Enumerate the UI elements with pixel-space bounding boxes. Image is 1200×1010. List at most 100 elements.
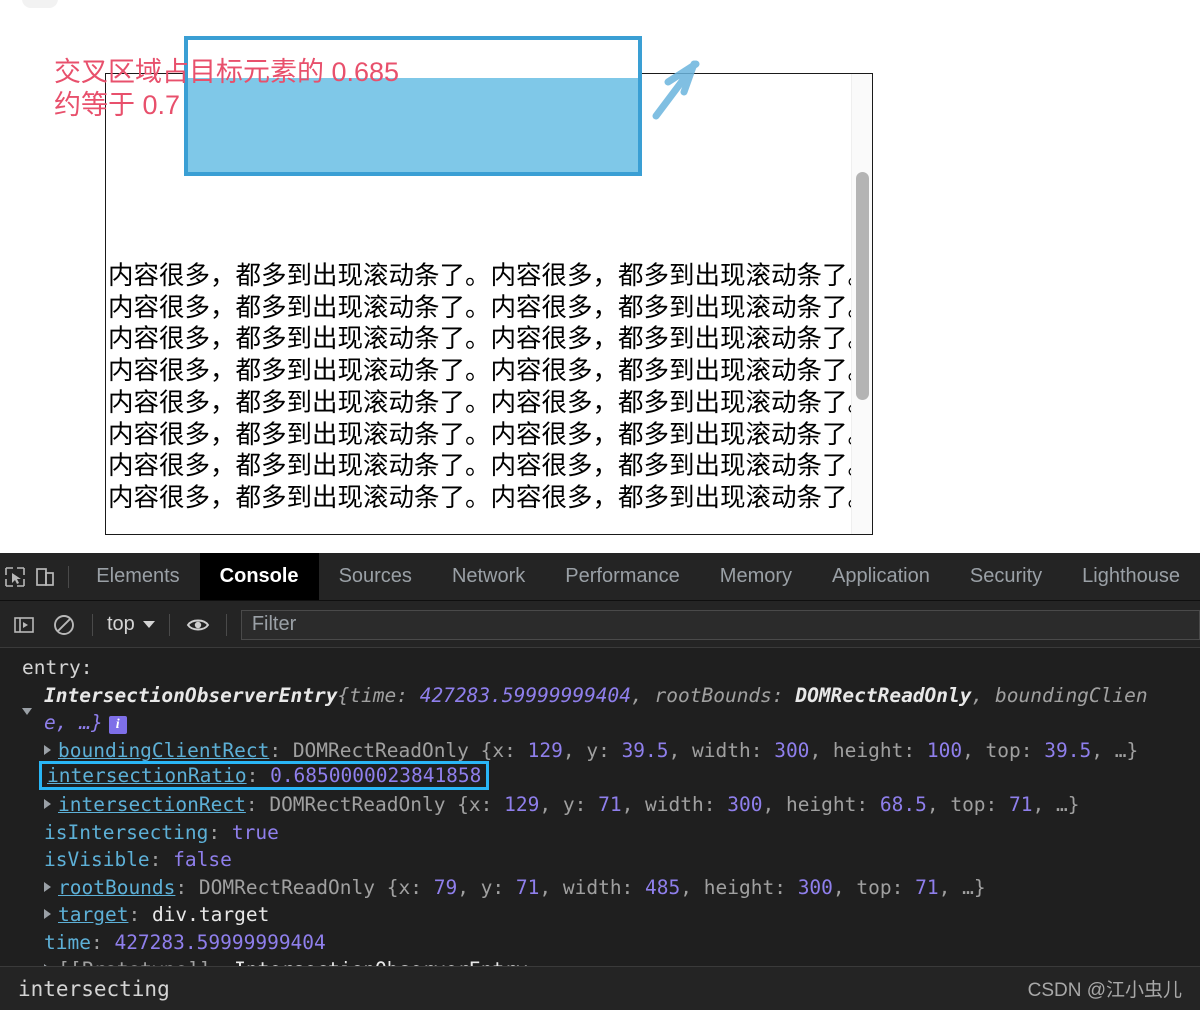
tab-console[interactable]: Console bbox=[199, 553, 319, 600]
prop-name: intersectionRatio bbox=[47, 764, 247, 787]
rect-x: 129 bbox=[504, 793, 540, 816]
rect-x: 79 bbox=[433, 875, 458, 899]
tab-security[interactable]: Security bbox=[950, 553, 1062, 600]
prop-name: isIntersecting bbox=[44, 820, 209, 844]
console-prop-time[interactable]: time: 427283.59999999404 bbox=[0, 929, 1200, 957]
tab-sources[interactable]: Sources bbox=[319, 553, 432, 600]
execution-context-select[interactable]: top bbox=[101, 613, 161, 636]
prop-value[interactable]: div.target bbox=[152, 903, 269, 926]
console-prop-target[interactable]: target: div.target bbox=[0, 901, 1200, 929]
prop-type: DOMRectReadOnly bbox=[269, 793, 446, 816]
rect-y: 71 bbox=[515, 875, 540, 899]
preview-rootbounds-value: DOMRectReadOnly bbox=[795, 683, 972, 707]
preview-wrap-tail: e, …} bbox=[44, 711, 103, 734]
rect-y: 39.5 bbox=[621, 738, 669, 762]
rect-height: 100 bbox=[926, 738, 963, 762]
prop-name: intersectionRect bbox=[58, 793, 246, 816]
screenshot-root: 内容很多，都多到出现滚动条了。内容很多，都多到出现滚动条了。 内容很多，都多到出… bbox=[0, 0, 1200, 1010]
inspect-element-icon[interactable] bbox=[0, 553, 30, 600]
prop-name: time bbox=[44, 930, 91, 954]
prop-type: DOMRectReadOnly bbox=[198, 875, 375, 899]
console-prop-intersectionRect[interactable]: intersectionRect: DOMRectReadOnly {x: 12… bbox=[0, 791, 1200, 819]
rect-top: 39.5 bbox=[1044, 738, 1092, 762]
console-object-preview[interactable]: IntersectionObserverEntry{time: 427283.5… bbox=[0, 682, 1200, 737]
prop-value: 0.6850000023841858 bbox=[270, 764, 482, 787]
toolbar-divider bbox=[168, 613, 170, 636]
prop-value: true bbox=[231, 820, 279, 844]
prop-name: rootBounds bbox=[58, 875, 176, 899]
tab-elements[interactable]: Elements bbox=[76, 553, 199, 600]
console-prop-isVisible[interactable]: isVisible: false bbox=[0, 846, 1200, 874]
toolbar-divider bbox=[67, 565, 69, 588]
chevron-down-icon bbox=[142, 621, 155, 628]
intersection-ratio-highlight: intersectionRatio: 0.6850000023841858 bbox=[39, 761, 490, 790]
console-sidebar-toggle-icon[interactable] bbox=[4, 601, 44, 648]
console-toolbar: top Filter bbox=[0, 601, 1200, 649]
rect-top: 71 bbox=[1009, 793, 1033, 816]
hand-drawn-arrow-icon bbox=[652, 60, 700, 120]
prop-name: isVisible bbox=[44, 848, 150, 871]
console-output[interactable]: entry: IntersectionObserverEntry{time: 4… bbox=[0, 647, 1200, 967]
rect-height: 68.5 bbox=[879, 793, 927, 816]
rect-width: 300 bbox=[774, 738, 810, 762]
clear-console-icon[interactable] bbox=[44, 601, 84, 648]
entry-label-text: entry: bbox=[22, 656, 93, 679]
tab-application[interactable]: Application bbox=[812, 553, 950, 600]
prop-type: DOMRectReadOnly bbox=[292, 738, 469, 762]
expand-triangle-icon[interactable] bbox=[22, 707, 32, 715]
content-line: 内容很多，都多到出现滚动条了。内容很多，都多到出现滚动条了。 bbox=[108, 325, 873, 354]
live-expression-eye-icon[interactable] bbox=[178, 601, 218, 648]
devtools-statusbar: intersecting CSDN @江小虫儿 bbox=[0, 966, 1200, 1010]
preview-rootbounds-key: rootBounds bbox=[654, 683, 772, 707]
console-entry-label: entry: bbox=[0, 654, 1200, 682]
prop-value: 427283.59999999404 bbox=[114, 930, 326, 954]
tab-memory[interactable]: Memory bbox=[700, 553, 812, 600]
console-prop-intersectionRatio[interactable]: intersectionRatio: 0.6850000023841858 bbox=[0, 761, 1200, 790]
prop-name: target bbox=[58, 903, 129, 926]
preview-bounding-key: boundingClien bbox=[995, 683, 1148, 707]
content-line: 内容很多，都多到出现滚动条了。内容很多，都多到出现滚动条了。 bbox=[108, 420, 873, 449]
annotation-text: 交叉区域占目标元素的 0.685 约等于 0.7 bbox=[54, 57, 400, 120]
status-message: intersecting bbox=[18, 976, 170, 1001]
rect-height: 300 bbox=[797, 875, 833, 899]
tab-network[interactable]: Network bbox=[432, 553, 545, 600]
console-prop-rootBounds[interactable]: rootBounds: DOMRectReadOnly {x: 79, y: 7… bbox=[0, 874, 1200, 902]
browser-chrome-nub bbox=[22, 0, 58, 8]
toolbar-divider bbox=[225, 613, 227, 636]
tab-performance[interactable]: Performance bbox=[545, 553, 700, 600]
toolbar-divider bbox=[92, 613, 93, 636]
rect-y: 71 bbox=[598, 793, 622, 816]
vertical-scrollbar-track[interactable] bbox=[851, 74, 872, 534]
info-badge-icon[interactable]: i bbox=[108, 716, 127, 734]
content-line: 内容很多，都多到出现滚动条了。内容很多，都多到出现滚动条了。 bbox=[108, 452, 873, 481]
console-prop-boundingClientRect[interactable]: boundingClientRect: DOMRectReadOnly {x: … bbox=[0, 737, 1200, 765]
execution-context-label: top bbox=[107, 613, 135, 635]
expand-triangle-icon[interactable] bbox=[44, 881, 51, 892]
device-toolbar-toggle-icon[interactable] bbox=[30, 553, 60, 600]
rect-top: 71 bbox=[915, 875, 939, 899]
rect-width: 485 bbox=[645, 875, 681, 899]
rect-x: 129 bbox=[527, 738, 563, 762]
devtools-tabbar: Elements Console Sources Network Perform… bbox=[0, 553, 1200, 601]
console-prop-isIntersecting[interactable]: isIntersecting: true bbox=[0, 819, 1200, 847]
preview-time-key: time bbox=[349, 683, 397, 707]
browser-page-viewport: 内容很多，都多到出现滚动条了。内容很多，都多到出现滚动条了。 内容很多，都多到出… bbox=[0, 0, 1200, 553]
prop-value: false bbox=[173, 848, 232, 871]
content-line: 内容很多，都多到出现滚动条了。内容很多，都多到出现滚动条了。 bbox=[108, 262, 873, 290]
expand-triangle-icon[interactable] bbox=[44, 909, 51, 919]
tab-lighthouse[interactable]: Lighthouse bbox=[1062, 553, 1200, 600]
console-filter-input[interactable]: Filter bbox=[240, 609, 1200, 640]
content-line: 内容很多，都多到出现滚动条了。内容很多，都多到出现滚动条了。 bbox=[108, 357, 873, 386]
expand-triangle-icon[interactable] bbox=[44, 744, 51, 755]
watermark-text: CSDN @江小虫儿 bbox=[1027, 980, 1182, 1001]
devtools-panel: Elements Console Sources Network Perform… bbox=[0, 553, 1200, 1010]
content-line: 内容很多，都多到出现滚动条了。内容很多，都多到出现滚动条了。 bbox=[108, 293, 873, 322]
expand-triangle-icon[interactable] bbox=[44, 799, 51, 809]
prop-name: boundingClientRect bbox=[58, 738, 270, 762]
rect-width: 300 bbox=[727, 793, 763, 816]
preview-open-brace: { bbox=[337, 683, 350, 707]
preview-class-name: IntersectionObserverEntry bbox=[44, 683, 338, 707]
vertical-scrollbar-thumb[interactable] bbox=[856, 172, 869, 400]
filter-placeholder: Filter bbox=[251, 613, 297, 635]
content-line: 内容很多，都多到出现滚动条了。内容很多，都多到出现滚动条了。 bbox=[108, 388, 873, 417]
